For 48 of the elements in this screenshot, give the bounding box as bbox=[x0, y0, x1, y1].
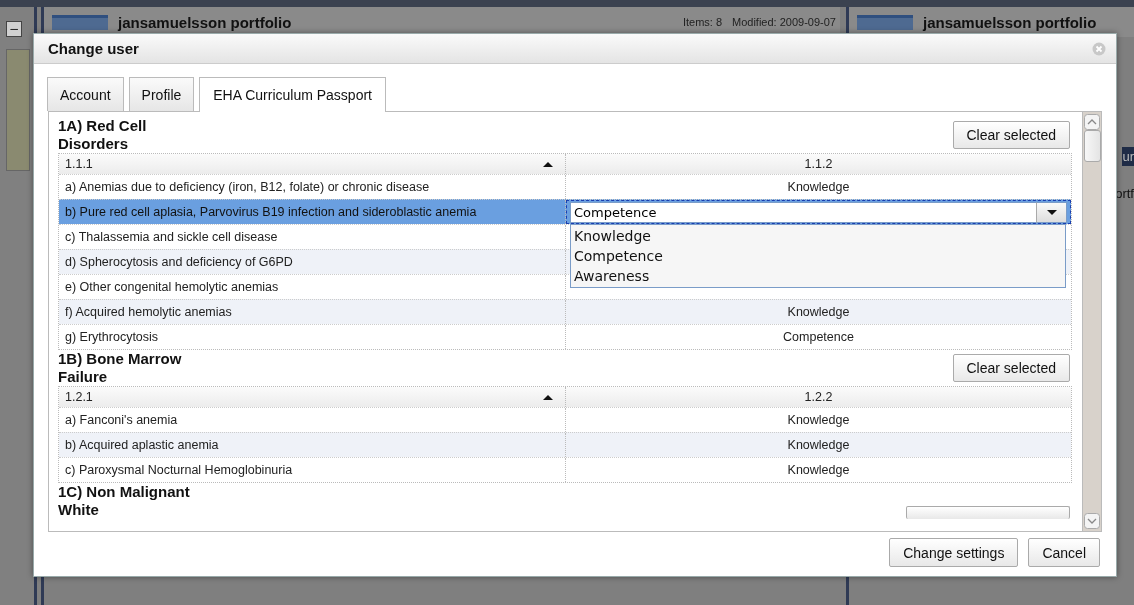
dropdown-option[interactable]: Knowledge bbox=[574, 226, 1065, 246]
scroll-down-icon[interactable] bbox=[1084, 513, 1100, 529]
table-cell-text: Knowledge bbox=[786, 304, 851, 321]
table-cell[interactable]: b) Acquired aplastic anemia bbox=[59, 433, 566, 457]
table-cell-text: Knowledge bbox=[786, 437, 851, 454]
caret-icon bbox=[1046, 209, 1057, 215]
tab[interactable]: EHA Curriculum Passport bbox=[199, 77, 386, 112]
portfolio-title: jansamuelsson portfolio bbox=[923, 13, 1097, 31]
partial-button[interactable] bbox=[906, 506, 1070, 519]
table-cell-text: Competence bbox=[782, 329, 855, 346]
table-cell-text: Knowledge bbox=[786, 412, 851, 429]
portfolio-meta: Items: 8 bbox=[682, 16, 723, 28]
dialog-title: Change user bbox=[48, 40, 139, 57]
scrollbar[interactable] bbox=[1082, 112, 1101, 531]
table-cell-text: Knowledge bbox=[786, 462, 851, 479]
dropdown-button[interactable] bbox=[1036, 201, 1067, 223]
column-header[interactable]: 1.2.2 bbox=[566, 387, 1071, 407]
tab[interactable]: Account bbox=[47, 77, 124, 111]
section-title: 1A) Red Cell Disorders bbox=[58, 117, 148, 153]
folder-icon bbox=[52, 14, 108, 30]
clear-selected-button[interactable]: Clear selected bbox=[952, 121, 1070, 149]
column-header[interactable]: 1.1.2 bbox=[566, 154, 1071, 174]
section-title: 1C) Non Malignant White bbox=[58, 483, 191, 519]
table-cell[interactable]: d) Spherocytosis and deficiency of G6PD bbox=[59, 250, 566, 274]
text-fragment: ur bbox=[1122, 147, 1134, 166]
tab[interactable]: Profile bbox=[128, 77, 195, 111]
dropdown-option[interactable]: Competence bbox=[574, 246, 1065, 266]
sort-up-icon[interactable] bbox=[543, 394, 553, 400]
column-header[interactable]: 1.1.1 bbox=[59, 154, 566, 174]
table-cell-text: Knowledge bbox=[786, 179, 851, 196]
dropdown-field[interactable]: Competence bbox=[570, 201, 1036, 223]
table-cell[interactable]: f) Acquired hemolytic anemias bbox=[59, 300, 566, 324]
close-icon[interactable] bbox=[1092, 41, 1106, 56]
sort-up-icon[interactable] bbox=[543, 161, 553, 167]
portfolio-meta: Modified: 2009-09-07 bbox=[732, 16, 836, 28]
dialog-button[interactable]: Cancel bbox=[1028, 538, 1100, 567]
collapse-button[interactable]: − bbox=[6, 21, 22, 37]
folder-icon bbox=[857, 14, 913, 30]
column-header[interactable]: 1.2.1 bbox=[59, 387, 566, 407]
scroll-up-icon[interactable] bbox=[1084, 114, 1100, 130]
dialog-button[interactable]: Change settings bbox=[889, 538, 1019, 567]
table-cell[interactable]: g) Erythrocytosis bbox=[59, 325, 566, 349]
portfolio-title: jansamuelsson portfolio bbox=[118, 13, 292, 31]
dropdown-option[interactable]: Awareness bbox=[574, 266, 1065, 286]
table-cell[interactable]: c) Paroxysmal Nocturnal Hemoglobinuria bbox=[59, 458, 566, 482]
scroll-thumb[interactable] bbox=[1083, 130, 1101, 162]
section-title: 1B) Bone Marrow Failure bbox=[58, 350, 183, 386]
clear-selected-button[interactable]: Clear selected bbox=[952, 354, 1070, 382]
